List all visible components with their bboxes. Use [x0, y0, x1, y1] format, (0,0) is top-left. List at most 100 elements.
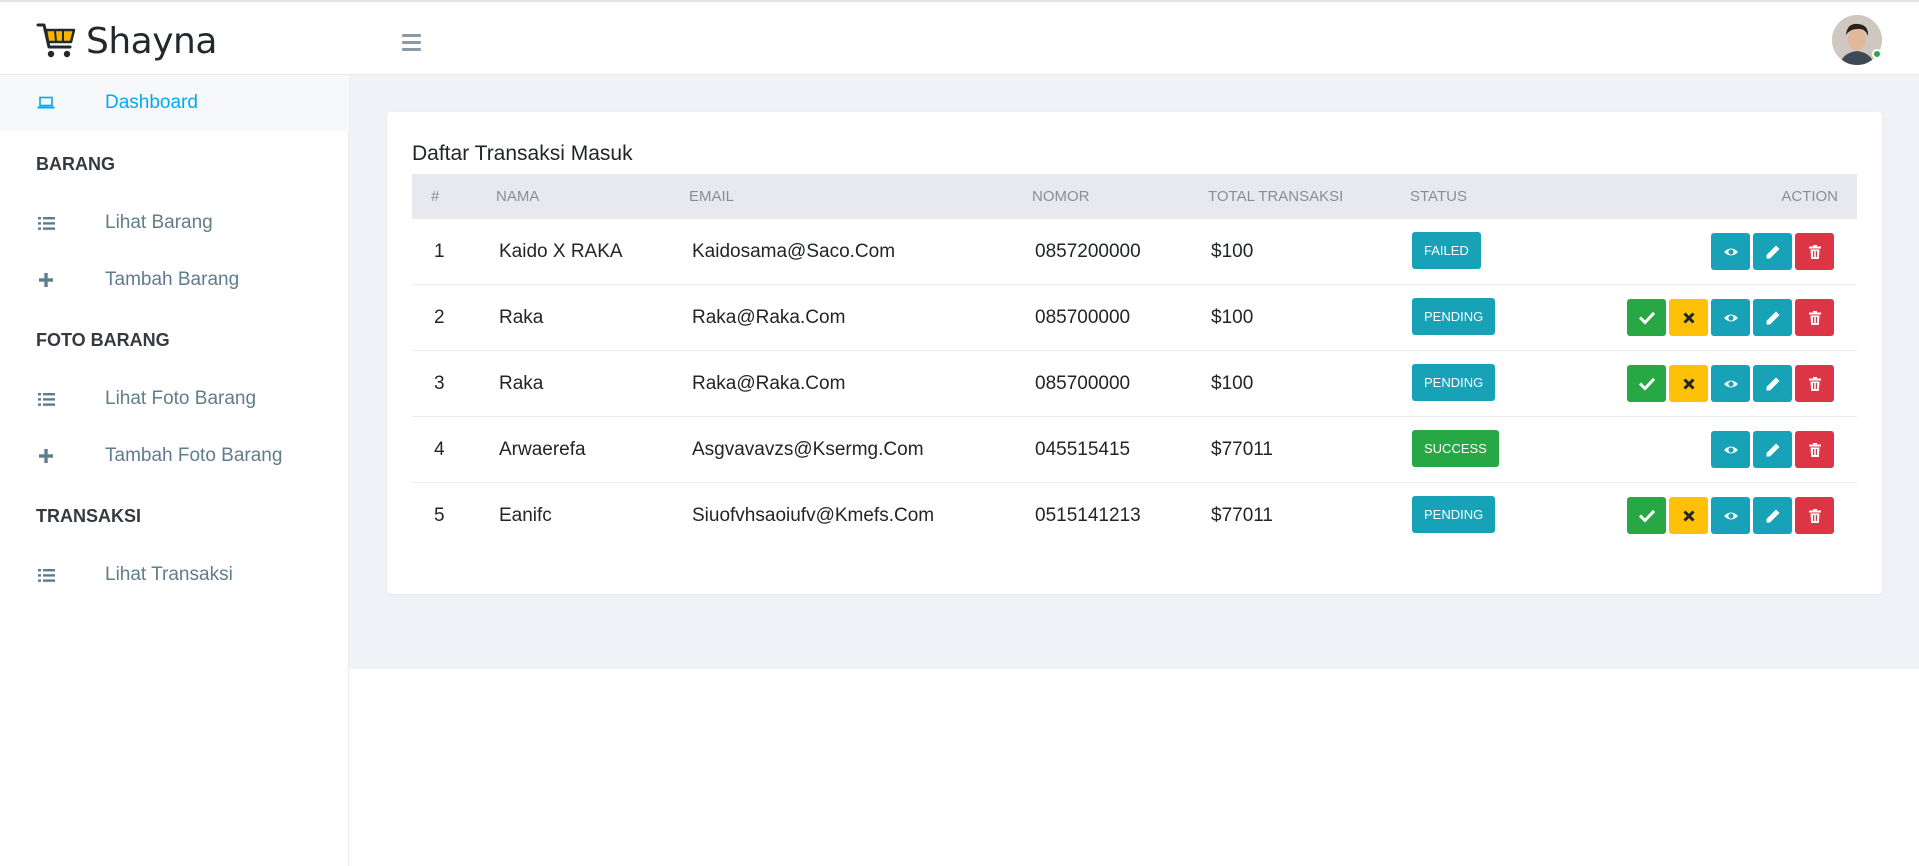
approve-button[interactable] [1627, 365, 1666, 402]
row-number: 2 [434, 307, 445, 328]
delete-button[interactable] [1795, 233, 1834, 270]
row-nama: Arwaerefa [499, 439, 586, 460]
row-email: Siuofvhsaoiufv@Kmefs.Com [692, 505, 935, 526]
sidebar: Dashboard BARANG Lihat Barang Tambah Bar… [0, 75, 349, 866]
check-icon [1638, 311, 1655, 325]
row-number: 1 [434, 241, 445, 262]
shopping-cart-icon [36, 23, 76, 58]
view-button[interactable] [1711, 431, 1750, 468]
row-nomor: 0857200000 [1035, 241, 1141, 262]
sidebar-item-lihat-barang[interactable]: Lihat Barang [0, 195, 349, 251]
transactions-card: Daftar Transaksi Masuk # NAMA EMAIL NOMO… [387, 112, 1882, 594]
table-header: # NAMA EMAIL NOMOR TOTAL TRANSAKSI STATU… [412, 174, 1857, 219]
row-nomor: 0515141213 [1035, 505, 1141, 526]
delete-button[interactable] [1795, 431, 1834, 468]
row-number: 3 [434, 373, 445, 394]
row-number: 5 [434, 505, 445, 526]
row-total: $77011 [1211, 505, 1273, 526]
eye-icon [1723, 380, 1738, 387]
reject-button[interactable] [1669, 365, 1708, 402]
plus-icon [36, 446, 56, 466]
approve-button[interactable] [1627, 299, 1666, 336]
view-button[interactable] [1711, 233, 1750, 270]
close-icon [1682, 509, 1695, 522]
edit-button[interactable] [1753, 431, 1792, 468]
hamburger-line [402, 47, 421, 51]
sidebar-item-label: Lihat Transaksi [105, 564, 233, 585]
menu-toggle-button[interactable] [402, 29, 430, 55]
edit-button[interactable] [1753, 365, 1792, 402]
row-email: Raka@Raka.Com [692, 373, 846, 394]
reject-button[interactable] [1669, 497, 1708, 534]
column-header-nomor: NOMOR [1032, 188, 1090, 205]
card-title: Daftar Transaksi Masuk [412, 142, 633, 165]
row-nomor: 085700000 [1035, 373, 1131, 394]
pencil-icon [1766, 311, 1779, 324]
eye-icon [1723, 314, 1738, 321]
view-button[interactable] [1711, 365, 1750, 402]
column-header-nama: NAMA [496, 188, 540, 205]
edit-button[interactable] [1753, 497, 1792, 534]
column-header-number: # [431, 188, 440, 205]
sidebar-item-tambah-foto-barang[interactable]: Tambah Foto Barang [0, 428, 349, 484]
sidebar-item-label: Lihat Foto Barang [105, 388, 257, 409]
pencil-icon [1766, 443, 1779, 456]
row-nomor: 085700000 [1035, 307, 1131, 328]
pencil-icon [1766, 377, 1779, 390]
section-heading-foto-barang: FOTO BARANG [36, 330, 170, 350]
status-badge: PENDING [1412, 364, 1496, 401]
delete-button[interactable] [1795, 497, 1834, 534]
delete-button[interactable] [1795, 299, 1834, 336]
view-button[interactable] [1711, 299, 1750, 336]
row-total: $100 [1211, 373, 1254, 394]
row-nama: Raka [499, 373, 544, 394]
close-icon [1682, 311, 1695, 324]
eye-icon [1723, 512, 1738, 519]
eye-icon [1723, 248, 1738, 255]
brand-name: Shayna [86, 20, 217, 62]
table-row: 5 Eanifc Siuofvhsaoiufv@Kmefs.Com 051514… [412, 483, 1857, 549]
status-badge: PENDING [1412, 298, 1496, 335]
section-heading-barang: BARANG [36, 154, 115, 174]
row-number: 4 [434, 439, 445, 460]
section-heading-transaksi: TRANSAKSI [36, 506, 142, 526]
delete-button[interactable] [1795, 365, 1834, 402]
eye-icon [1723, 446, 1738, 453]
trash-icon [1808, 376, 1821, 391]
table-row: 2 Raka Raka@Raka.Com 085700000 $100 PEND… [412, 285, 1857, 351]
status-badge: SUCCESS [1412, 430, 1499, 467]
view-button[interactable] [1711, 497, 1750, 534]
approve-button[interactable] [1627, 497, 1666, 534]
reject-button[interactable] [1669, 299, 1708, 336]
status-badge: FAILED [1412, 232, 1481, 269]
sidebar-item-lihat-transaksi[interactable]: Lihat Transaksi [0, 547, 349, 603]
trash-icon [1808, 442, 1821, 457]
edit-button[interactable] [1753, 233, 1792, 270]
row-nama: Eanifc [499, 505, 552, 526]
sidebar-item-dashboard[interactable]: Dashboard [0, 75, 349, 131]
edit-button[interactable] [1753, 299, 1792, 336]
trash-icon [1808, 508, 1821, 523]
row-nama: Raka [499, 307, 544, 328]
list-icon [36, 389, 56, 409]
laptop-icon [36, 93, 56, 113]
brand-logo[interactable]: Shayna [36, 19, 217, 63]
pencil-icon [1766, 509, 1779, 522]
row-nomor: 045515415 [1035, 439, 1131, 460]
sidebar-item-lihat-foto-barang[interactable]: Lihat Foto Barang [0, 371, 349, 427]
row-total: $100 [1211, 241, 1254, 262]
row-email: Raka@Raka.Com [692, 307, 846, 328]
row-total: $77011 [1211, 439, 1273, 460]
row-nama: Kaido X RAKA [499, 241, 623, 262]
table-row: 4 Arwaerefa Asgvavavzs@Ksermg.Com 045515… [412, 417, 1857, 483]
online-status-dot [1872, 49, 1882, 59]
column-header-total: TOTAL TRANSAKSI [1208, 188, 1344, 205]
column-header-action: ACTION [1781, 188, 1838, 205]
check-icon [1638, 377, 1655, 391]
column-header-email: EMAIL [689, 188, 735, 205]
sidebar-item-tambah-barang[interactable]: Tambah Barang [0, 252, 349, 308]
sidebar-item-label: Dashboard [105, 92, 198, 113]
pencil-icon [1766, 245, 1779, 258]
hamburger-line [402, 40, 421, 44]
row-total: $100 [1211, 307, 1254, 328]
